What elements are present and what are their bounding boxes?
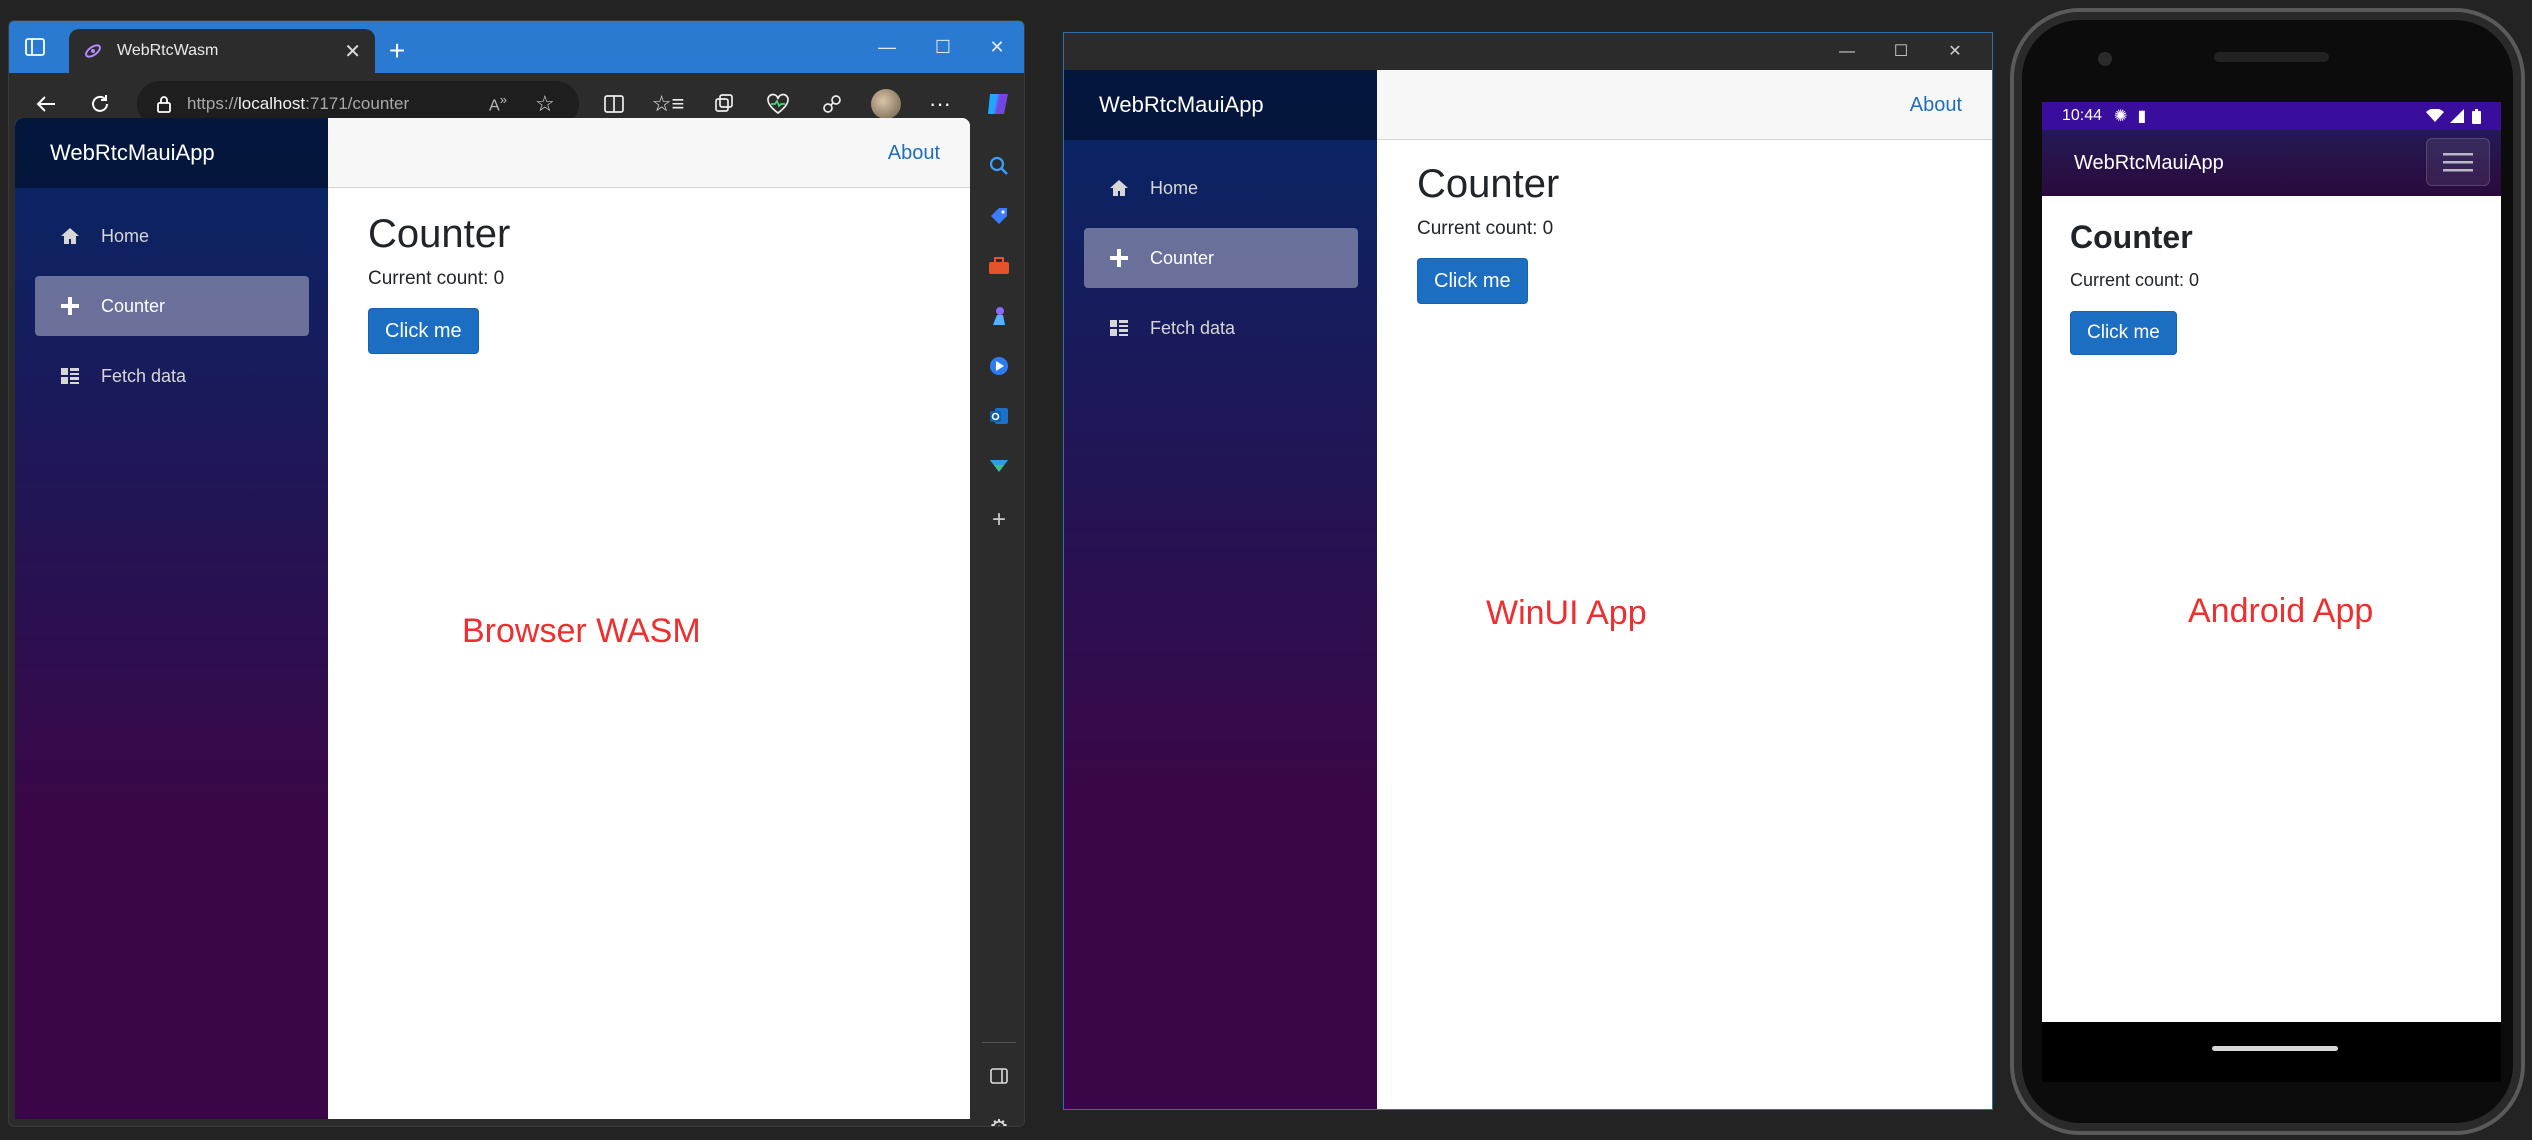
nav-item-fetch-data[interactable]: Fetch data xyxy=(35,346,309,406)
winui-app: WebRtcMauiApp Home Counter Fetch data Ab… xyxy=(1064,70,1992,1109)
main-content: Counter Current count: 0 Click me xyxy=(368,210,510,354)
tab-favicon-icon xyxy=(83,41,103,61)
nav-label: Counter xyxy=(1150,247,1215,268)
click-me-button[interactable]: Click me xyxy=(1417,258,1528,304)
maximize-icon[interactable]: ☐ xyxy=(1876,33,1926,70)
count-text: Current count: 0 xyxy=(1417,218,1554,239)
browser-tab[interactable]: WebRtcWasm ✕ xyxy=(69,29,375,73)
hamburger-menu-icon[interactable] xyxy=(2426,138,2490,186)
signal-icon xyxy=(2450,109,2464,123)
nav-label: Home xyxy=(1150,177,1199,198)
brand[interactable]: WebRtcMauiApp xyxy=(2074,152,2224,175)
speaker-grille xyxy=(2214,52,2329,62)
edge-sidebar: + ⚙ xyxy=(972,118,1024,1126)
nav-label: Fetch data xyxy=(1150,317,1236,338)
list-icon xyxy=(1106,315,1132,341)
home-indicator[interactable] xyxy=(2212,1046,2338,1051)
winui-window: — ☐ ✕ WebRtcMauiApp Home Counter Fetch d… xyxy=(1063,32,1993,1110)
page-title: Counter xyxy=(1417,162,1560,206)
count-text: Current count: 0 xyxy=(368,268,505,289)
count-text: Current count: 0 xyxy=(2070,270,2200,291)
url-scheme: https:// xyxy=(187,94,239,113)
main-content: Counter Current count: 0 Click me xyxy=(2070,218,2200,356)
nav-label: Counter xyxy=(101,295,166,316)
sync-icon: ✺ xyxy=(2114,108,2128,125)
home-icon xyxy=(57,223,83,249)
home-icon xyxy=(1106,175,1132,201)
tab-title: WebRtcWasm xyxy=(117,42,219,59)
favorite-star-icon[interactable]: ☆ xyxy=(535,91,555,117)
winui-titlebar: — ☐ ✕ xyxy=(1064,33,1992,70)
search-icon[interactable] xyxy=(972,146,1024,186)
tab-close-icon[interactable]: ✕ xyxy=(344,39,361,64)
label-winui-app: WinUI App xyxy=(1486,594,1647,632)
about-link[interactable]: About xyxy=(1910,70,1962,140)
nav-item-home[interactable]: Home xyxy=(1084,158,1358,218)
add-sidebar-app-icon[interactable]: + xyxy=(972,500,1024,540)
browser-window: WebRtcWasm ✕ + — ☐ ✕ https://localhost:7… xyxy=(8,20,1025,1127)
click-me-button[interactable]: Click me xyxy=(368,308,479,354)
battery-icon xyxy=(2472,108,2481,124)
nav-item-home[interactable]: Home xyxy=(35,206,309,266)
wifi-icon xyxy=(2426,109,2444,123)
nav-item-fetch-data[interactable]: Fetch data xyxy=(1084,298,1358,358)
nav-label: Fetch data xyxy=(101,365,187,386)
top-bar: WebRtcMauiApp xyxy=(2042,130,2501,196)
android-phone: 10:44 ✺ ▮ WebRtcMauiApp Counter Current … xyxy=(2010,8,2525,1135)
browser-titlebar: WebRtcWasm ✕ + — ☐ ✕ xyxy=(9,21,1024,73)
status-bar: 10:44 ✺ ▮ xyxy=(2042,102,2501,130)
tools-icon[interactable] xyxy=(972,246,1024,286)
click-me-button[interactable]: Click me xyxy=(2070,311,2177,356)
camera-icon xyxy=(2098,52,2112,66)
sidebar: WebRtcMauiApp Home Counter Fetch data xyxy=(15,118,328,1119)
brand[interactable]: WebRtcMauiApp xyxy=(15,118,328,188)
plus-icon xyxy=(57,293,83,319)
tab-actions-icon[interactable] xyxy=(9,29,61,65)
list-icon xyxy=(57,363,83,389)
plus-icon xyxy=(1106,245,1132,271)
about-link[interactable]: About xyxy=(888,118,940,188)
phone-screen: 10:44 ✺ ▮ WebRtcMauiApp Counter Current … xyxy=(2042,102,2501,1022)
close-window-icon[interactable]: ✕ xyxy=(1930,33,1980,70)
new-tab-button[interactable]: + xyxy=(379,33,415,69)
maximize-icon[interactable]: ☐ xyxy=(915,29,971,65)
sidebar-divider xyxy=(982,1042,1016,1043)
status-time: 10:44 xyxy=(2062,107,2103,124)
minimize-icon[interactable]: — xyxy=(1822,33,1872,70)
sidebar: WebRtcMauiApp Home Counter Fetch data xyxy=(1064,70,1377,1109)
drop-icon[interactable] xyxy=(972,446,1024,486)
shopping-tag-icon[interactable] xyxy=(972,196,1024,236)
outlook-icon[interactable] xyxy=(972,396,1024,436)
nav-item-counter[interactable]: Counter xyxy=(1084,228,1358,288)
sd-card-icon: ▮ xyxy=(2137,108,2147,125)
nav-item-counter[interactable]: Counter xyxy=(35,276,309,336)
minimize-icon[interactable]: — xyxy=(859,29,915,65)
page-title: Counter xyxy=(368,212,511,256)
close-window-icon[interactable]: ✕ xyxy=(969,29,1024,65)
url-path: :7171/counter xyxy=(305,94,410,113)
label-android-app: Android App xyxy=(2188,592,2374,630)
hide-sidebar-icon[interactable] xyxy=(972,1056,1024,1096)
nav-label: Home xyxy=(101,225,150,246)
lock-icon xyxy=(157,95,171,113)
label-browser-wasm: Browser WASM xyxy=(462,612,701,650)
brand[interactable]: WebRtcMauiApp xyxy=(1064,70,1377,140)
gesture-bar xyxy=(2042,1022,2501,1082)
read-aloud-icon[interactable]: A» xyxy=(489,92,507,115)
games-icon[interactable] xyxy=(972,296,1024,336)
copilot-sidebar-icon[interactable] xyxy=(972,346,1024,386)
url-host: localhost xyxy=(238,94,306,113)
top-row: About xyxy=(328,118,970,188)
page-title: Counter xyxy=(2070,219,2193,255)
main-content: Counter Current count: 0 Click me xyxy=(1417,160,1559,304)
settings-gear-icon[interactable]: ⚙ xyxy=(972,1108,1024,1126)
top-row: About xyxy=(1377,70,1992,140)
